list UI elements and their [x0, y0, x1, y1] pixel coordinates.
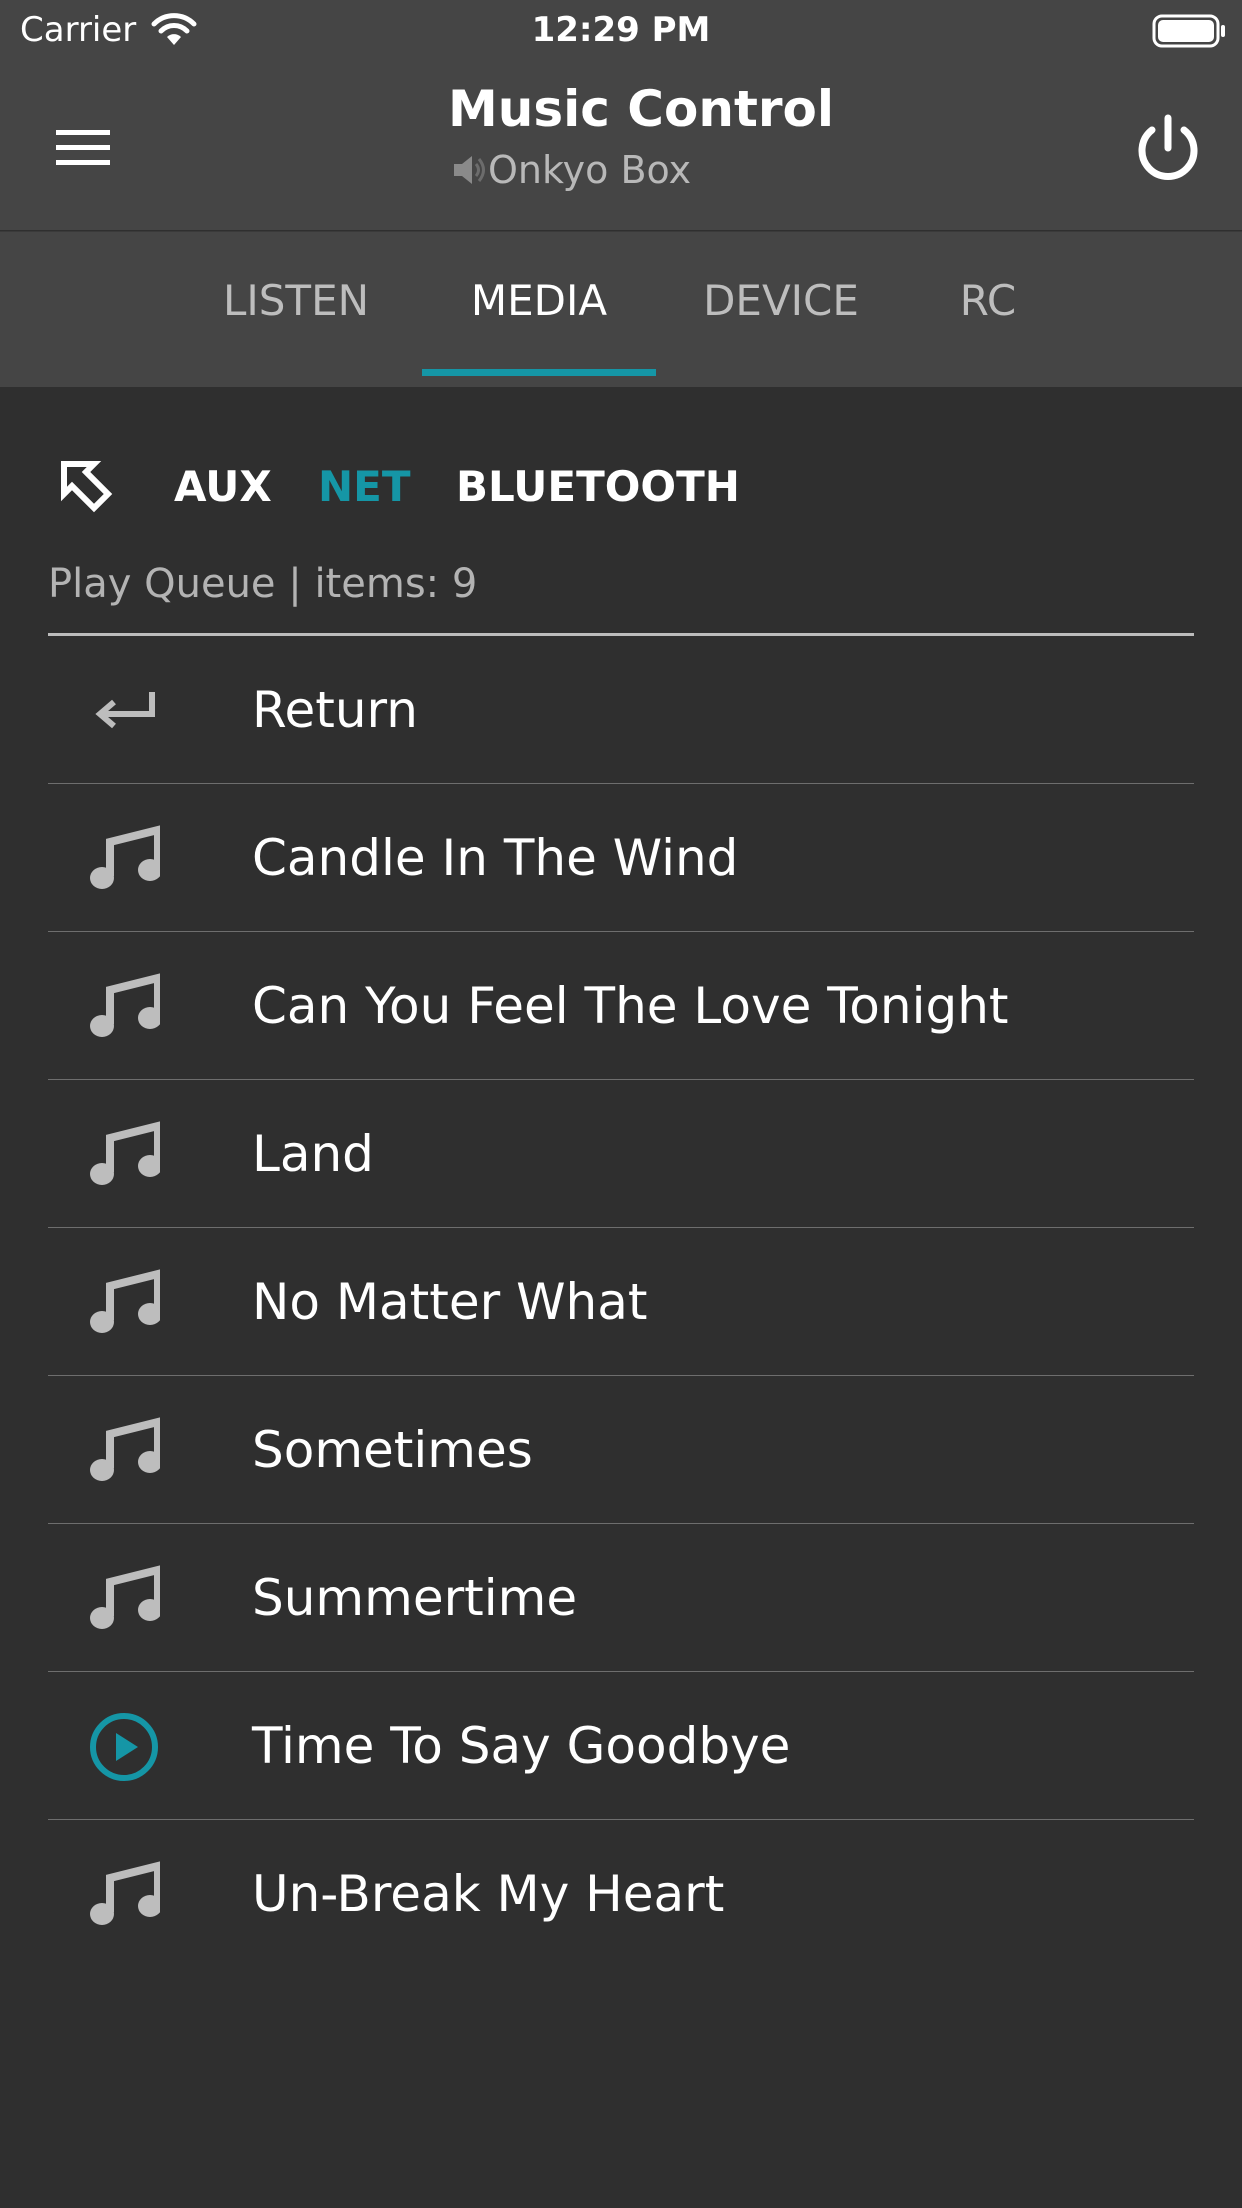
- hamburger-menu-icon[interactable]: [50, 114, 116, 180]
- tab-bar: LISTEN MEDIA DEVICE RC: [0, 231, 1242, 387]
- track-list: Return Candle In The Wind Can You Feel T…: [48, 636, 1194, 1967]
- status-bar: Carrier 12:29 PM: [0, 0, 1242, 62]
- power-icon[interactable]: [1128, 110, 1208, 190]
- app-title: Music Control: [448, 80, 834, 138]
- music-note-icon: [90, 1417, 160, 1481]
- return-arrow-icon: [95, 692, 155, 729]
- arrow-up-left-icon[interactable]: [58, 458, 114, 514]
- music-note-icon: [90, 1121, 160, 1185]
- list-item-label: No Matter What: [252, 1273, 648, 1331]
- music-note-icon: [90, 1861, 160, 1925]
- music-note-icon: [90, 1565, 160, 1629]
- list-item-now-playing[interactable]: Time To Say Goodbye: [48, 1672, 1194, 1820]
- speaker-icon: [454, 156, 485, 184]
- tab-device[interactable]: DEVICE: [690, 232, 872, 377]
- music-note-icon: [90, 1269, 160, 1333]
- list-item-label: Can You Feel The Love Tonight: [252, 977, 1009, 1035]
- clock: 12:29 PM: [531, 10, 711, 50]
- battery-icon: [1152, 14, 1225, 48]
- list-item-label: Un-Break My Heart: [252, 1865, 725, 1923]
- list-item[interactable]: Candle In The Wind: [48, 784, 1194, 932]
- list-item[interactable]: Land: [48, 1080, 1194, 1228]
- list-item-label: Candle In The Wind: [252, 829, 739, 887]
- source-net[interactable]: NET: [318, 462, 411, 512]
- tab-rc[interactable]: RC: [940, 232, 1036, 377]
- queue-label: Play Queue | items: 9: [48, 561, 478, 607]
- source-bluetooth[interactable]: BLUETOOTH: [456, 462, 740, 512]
- source-selector: AUX NET BLUETOOTH: [0, 440, 1242, 532]
- device-line: Onkyo Box: [448, 146, 948, 194]
- music-note-icon: [90, 973, 160, 1037]
- list-item[interactable]: No Matter What: [48, 1228, 1194, 1376]
- list-item[interactable]: Un-Break My Heart: [48, 1820, 1194, 1967]
- source-aux[interactable]: AUX: [174, 462, 272, 512]
- app-header: Music Control Onkyo Box: [0, 62, 1242, 230]
- list-item-label: Land: [252, 1125, 374, 1183]
- list-item[interactable]: Sometimes: [48, 1376, 1194, 1524]
- tab-listen[interactable]: LISTEN: [208, 232, 384, 377]
- device-name: Onkyo Box: [488, 148, 692, 192]
- list-item[interactable]: Can You Feel The Love Tonight: [48, 932, 1194, 1080]
- active-tab-indicator: [422, 369, 656, 376]
- list-item-return[interactable]: Return: [48, 636, 1194, 784]
- title-block: Music Control Onkyo Box: [448, 78, 948, 194]
- tab-media[interactable]: MEDIA: [422, 232, 656, 377]
- app-screen: Carrier 12:29 PM Music Control Onkyo Box…: [0, 0, 1242, 2208]
- music-note-icon: [90, 825, 160, 889]
- list-item-label: Summertime: [252, 1569, 578, 1627]
- list-item-label: Time To Say Goodbye: [252, 1717, 791, 1775]
- list-item-label: Return: [252, 681, 418, 739]
- list-item-label: Sometimes: [252, 1421, 533, 1479]
- play-circle-icon: [90, 1713, 158, 1781]
- list-item[interactable]: Summertime: [48, 1524, 1194, 1672]
